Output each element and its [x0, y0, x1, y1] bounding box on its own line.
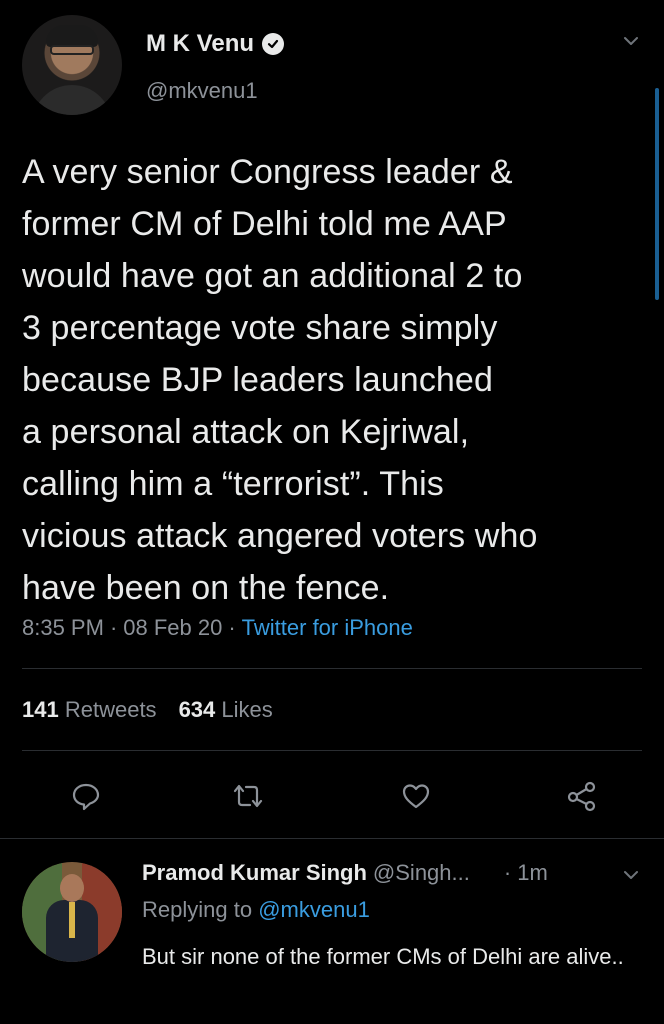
chevron-down-icon[interactable]: [622, 32, 640, 50]
author-handle[interactable]: @mkvenu1: [146, 78, 258, 104]
retweets-label: Retweets: [64, 697, 157, 722]
divider: [22, 750, 642, 751]
meta-separator: ·: [109, 615, 118, 640]
tweet-source-link[interactable]: Twitter for iPhone: [242, 615, 413, 641]
tweet-stats: 141 Retweets 634 Likes: [22, 697, 273, 723]
divider: [0, 838, 664, 839]
retweet-button[interactable]: [228, 772, 268, 820]
retweets-stat[interactable]: 141 Retweets: [22, 697, 157, 723]
replying-to-mention[interactable]: @mkvenu1: [258, 897, 370, 922]
reply-tweet[interactable]: Pramod Kumar Singh @Singh... · 1m Replyi…: [0, 840, 664, 1024]
likes-label: Likes: [221, 697, 273, 722]
meta-separator: ·: [228, 615, 236, 640]
reply-header: Pramod Kumar Singh @Singh... · 1m: [142, 860, 548, 886]
author-name[interactable]: M K Venu: [146, 30, 254, 58]
share-icon: [567, 781, 596, 812]
retweet-icon: [233, 784, 263, 808]
likes-stat[interactable]: 634 Likes: [179, 697, 273, 723]
replying-to-line: Replying to @mkvenu1: [142, 897, 370, 923]
scrollbar[interactable]: [655, 88, 659, 300]
like-button[interactable]: [396, 772, 436, 820]
tweet-actions: [0, 772, 664, 820]
divider: [22, 668, 642, 669]
reply-author-name[interactable]: Pramod Kumar Singh: [142, 860, 367, 886]
reply-author-avatar[interactable]: [22, 862, 122, 962]
likes-count: 634: [178, 697, 216, 722]
reply-text: But sir none of the former CMs of Delhi …: [142, 944, 624, 969]
author-avatar[interactable]: [22, 15, 122, 115]
tweet-date: 08 Feb 20: [123, 615, 223, 640]
reply-time: · 1m: [503, 860, 548, 885]
like-icon: [402, 784, 430, 809]
retweets-count: 141: [22, 697, 59, 722]
reply-icon: [72, 783, 100, 811]
replying-to-label: Replying to: [142, 897, 253, 922]
tweet-meta: 8:35 PM · 08 Feb 20 · Twitter for iPhone: [22, 615, 413, 641]
author-name-row: M K Venu: [146, 30, 285, 58]
share-button[interactable]: [562, 772, 602, 820]
reply-author-handle[interactable]: @Singh...: [373, 860, 470, 886]
tweet-time: 8:35 PM: [22, 615, 104, 640]
tweet-text: A very senior Congress leader & former C…: [22, 153, 538, 607]
chevron-down-icon[interactable]: [622, 866, 640, 884]
verified-badge-icon: [262, 33, 285, 55]
reply-button[interactable]: [66, 772, 106, 820]
